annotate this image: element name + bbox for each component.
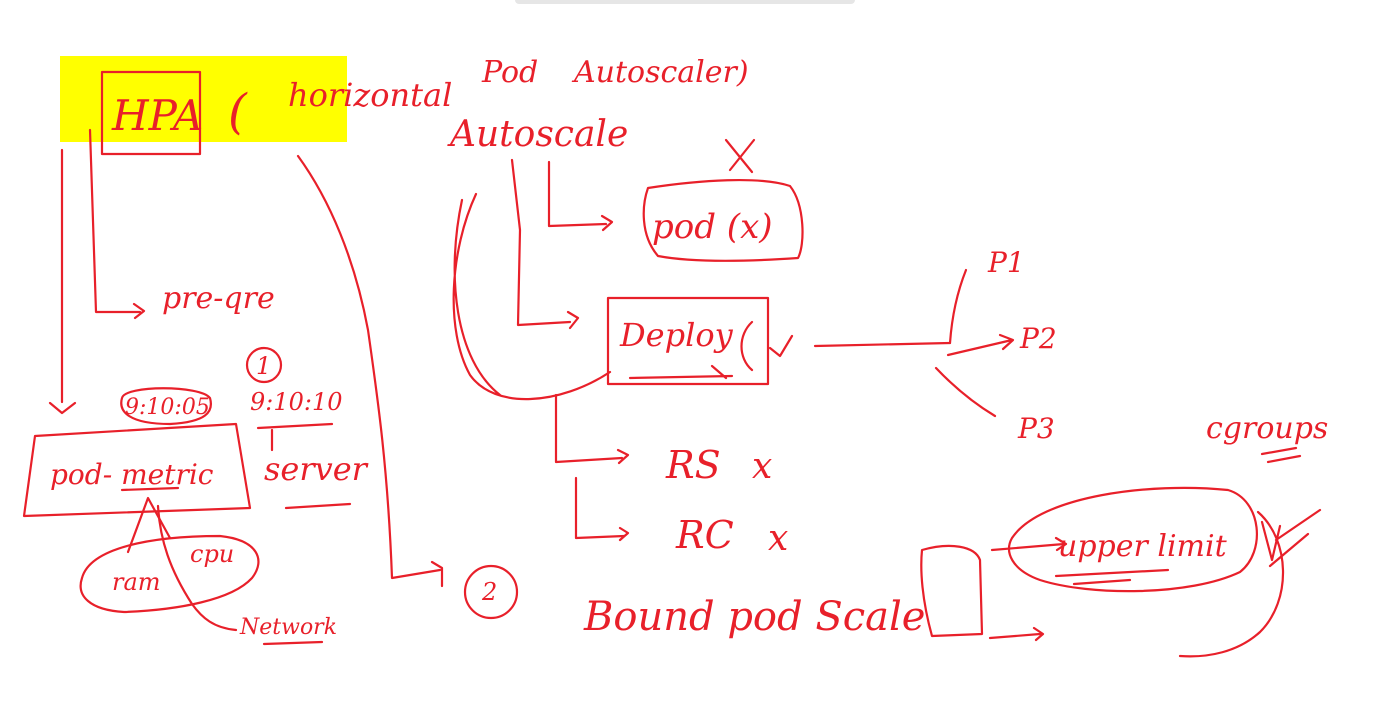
- circle1-label: 1: [256, 352, 271, 380]
- paren-open: (: [228, 84, 248, 140]
- server-underline: [284, 502, 352, 510]
- p2-label: P2: [1019, 322, 1057, 355]
- cgroups-scribble: [1260, 508, 1322, 568]
- upper-limit-label: upper limit: [1058, 529, 1228, 564]
- time1-label: 9:10:05: [125, 395, 210, 420]
- cgroups-label: cgroups: [1206, 411, 1328, 446]
- whiteboard-canvas: HPA ( horizontal Pod Autoscaler) Autosca…: [22, 55, 1328, 658]
- bracket-arrow-bottom: [988, 626, 1045, 642]
- cross-above-pod: [724, 138, 756, 174]
- hpa-label: HPA: [111, 91, 203, 140]
- deploy-label: Deploy: [619, 316, 734, 354]
- connector-metric: [48, 148, 77, 415]
- deploy-out-line: [813, 341, 952, 348]
- deploy-inner-arrow: [628, 364, 734, 380]
- branch-p2: [946, 333, 1015, 357]
- prereq-label: pre-qre: [162, 281, 275, 316]
- cgroups-underline: [1260, 446, 1302, 464]
- horizontal-label: horizontal: [288, 76, 452, 114]
- pod-label: Pod: [481, 55, 538, 90]
- connector-pod: [547, 160, 614, 232]
- autoscale-label: Autoscale: [447, 114, 628, 155]
- server-label: server: [264, 450, 369, 488]
- bracket-arrow-top: [990, 536, 1068, 552]
- network-underline: [262, 640, 324, 646]
- pod-x-label: pod (x): [652, 207, 773, 247]
- network-label: Network: [239, 615, 337, 640]
- connector-rs-rc: [554, 393, 630, 542]
- connector-circle2: [296, 154, 444, 588]
- branch-p1: [948, 268, 968, 345]
- pod-metric-label: pod- metric: [50, 458, 214, 491]
- connector-deploy: [510, 158, 580, 330]
- branch-p3: [934, 366, 997, 418]
- deploy-paren: [740, 320, 794, 372]
- rs-label: RS: [665, 443, 721, 487]
- rs-x: x: [752, 446, 772, 487]
- autoscaler-label: Autoscaler): [571, 55, 749, 90]
- oval-divider: [156, 504, 238, 632]
- connector-prereq: [88, 128, 146, 320]
- rc-x: x: [768, 518, 788, 559]
- cpu-label: cpu: [190, 540, 234, 568]
- bound-bracket: [920, 544, 984, 638]
- ram-label: ram: [112, 568, 161, 596]
- rc-label: RC: [675, 513, 734, 557]
- circle2-label: 2: [481, 578, 497, 606]
- time2-underline: [256, 422, 334, 452]
- time2-label: 9:10:10: [250, 388, 343, 416]
- p1-label: P1: [987, 246, 1025, 279]
- upper-limit-underline: [1054, 568, 1170, 586]
- bound-pod-scale-label: Bound pod Scale: [583, 594, 925, 640]
- p3-label: P3: [1017, 412, 1055, 445]
